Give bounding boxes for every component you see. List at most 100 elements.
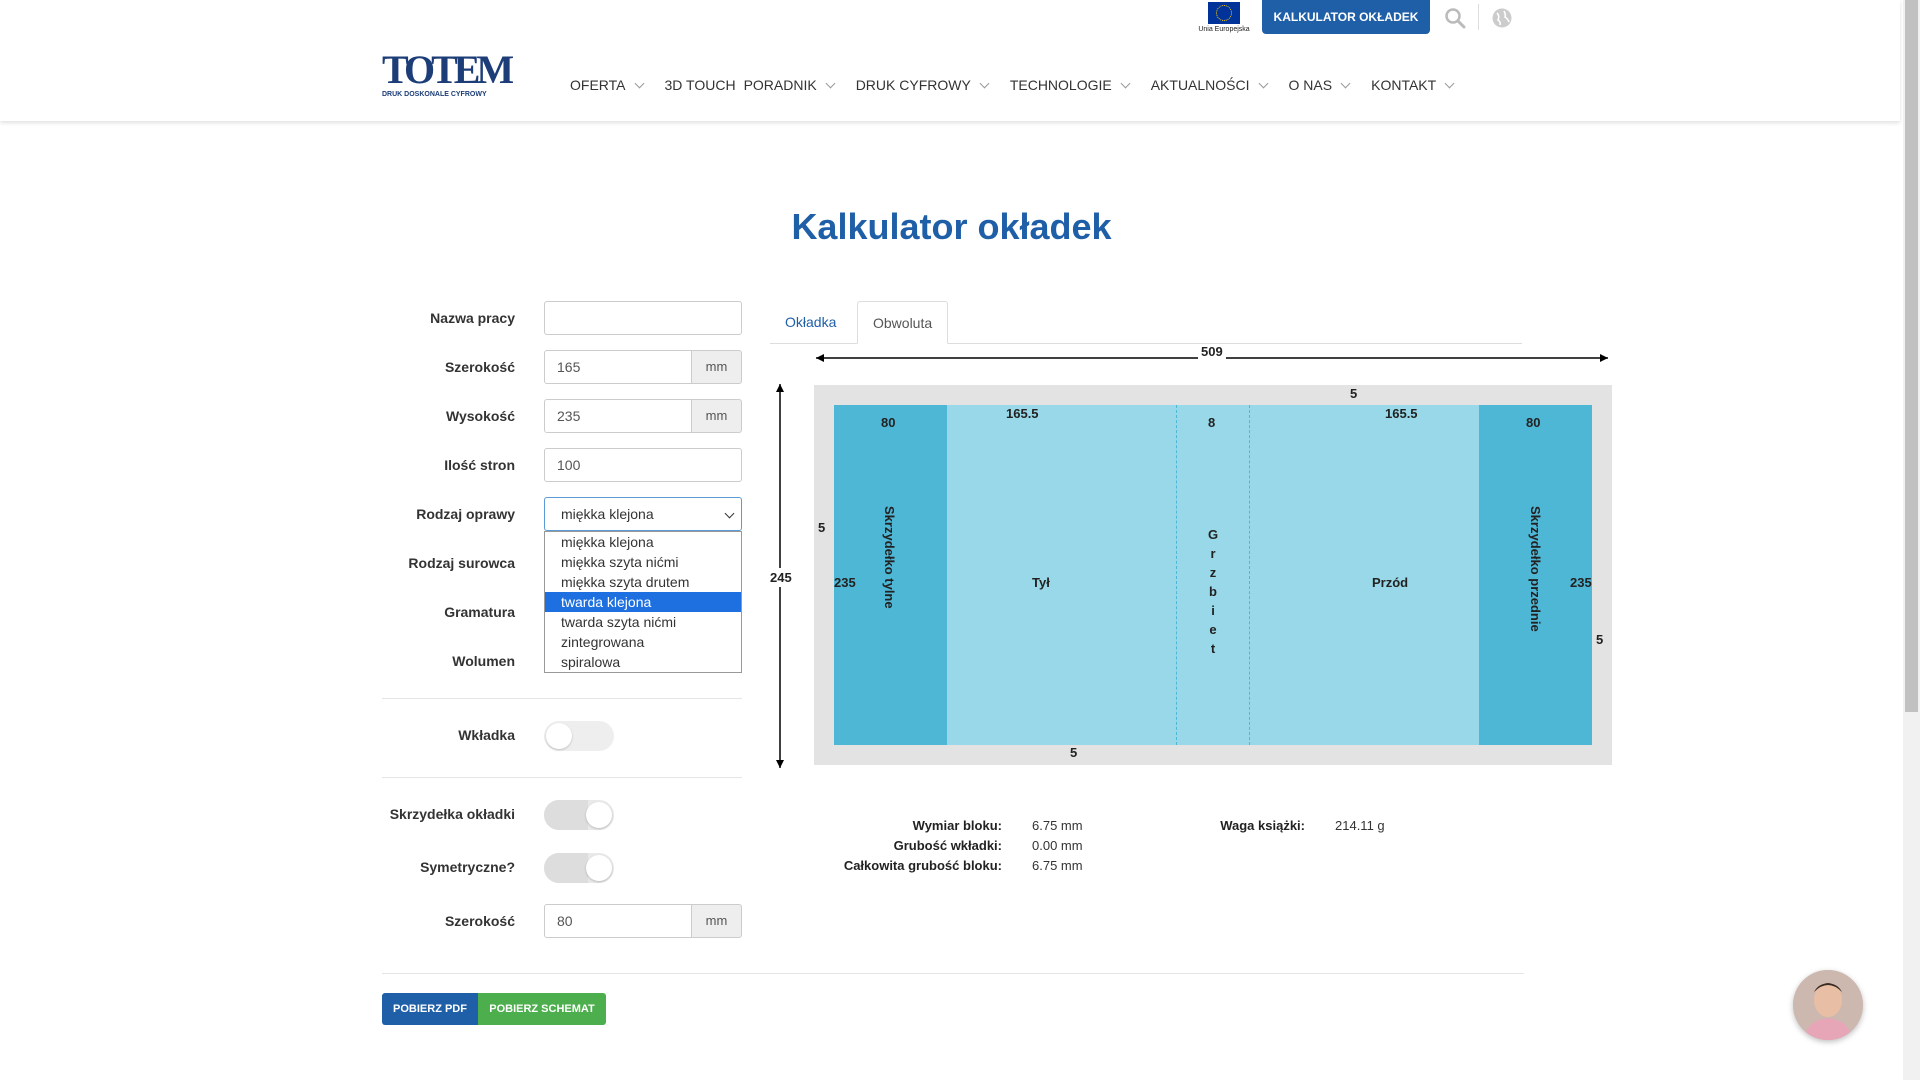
- binding-label: Rodzaj oprawy: [416, 506, 515, 522]
- nav-item-technologie[interactable]: TECHNOLOGIE: [1010, 74, 1151, 96]
- total-thickness-label: Całkowita grubość bloku:: [843, 858, 1002, 873]
- binding-option[interactable]: zintegrowana: [545, 632, 741, 652]
- binding-option[interactable]: miękka szyta nićmi: [545, 552, 741, 572]
- weight-label: Waga książki:: [1220, 818, 1305, 833]
- logo-tagline: DRUK DOSKONALE CYFROWY: [382, 91, 487, 98]
- width-input[interactable]: 165: [544, 350, 692, 384]
- job-name-row: Nazwa pracy: [382, 301, 742, 335]
- bleed-left-label: 5: [818, 520, 826, 535]
- pages-row: Ilość stron 100: [382, 448, 742, 482]
- job-name-input[interactable]: [544, 301, 742, 335]
- page-title: Kalkulator okładek: [791, 206, 1112, 247]
- flaps-row: Skrzydełka okładki: [382, 797, 742, 831]
- globe-icon[interactable]: [1491, 7, 1513, 29]
- height-input[interactable]: 235: [544, 399, 692, 433]
- tab-okladka[interactable]: Okładka: [770, 301, 851, 343]
- header-divider: [1478, 4, 1479, 30]
- cover-calculator-button[interactable]: KALKULATOR OKŁADEK: [1262, 0, 1430, 34]
- chevron-down-icon: [979, 78, 990, 88]
- binding-option[interactable]: spiralowa: [545, 652, 741, 672]
- height-row: Wysokość 235 mm: [382, 399, 742, 433]
- flaps-label: Skrzydełka okładki: [389, 806, 515, 822]
- insert-row: Wkładka: [382, 718, 742, 752]
- pages-input[interactable]: 100: [544, 448, 742, 482]
- total-width-label: 509: [1198, 344, 1226, 359]
- scrollbar-thumb[interactable]: [1905, 0, 1918, 712]
- toggle-knob: [586, 855, 612, 881]
- nav-label: PORADNIK: [743, 77, 817, 93]
- front-panel: [1250, 405, 1479, 745]
- totem-logo[interactable]: TOTEM DRUK DOSKONALE CYFROWY: [382, 47, 514, 100]
- nav-label: DRUK CYFROWY: [855, 77, 971, 93]
- front-flap-width-label: 80: [1526, 415, 1541, 430]
- insert-label: Wkładka: [458, 727, 515, 743]
- nav-label: 3D TOUCH: [664, 77, 736, 93]
- height-unit: mm: [691, 399, 742, 433]
- symmetric-toggle[interactable]: [544, 853, 614, 883]
- binding-select-value: miękka klejona: [561, 506, 654, 522]
- divider: [382, 698, 742, 699]
- logo-mark: TOTEM: [382, 47, 514, 92]
- block-dim-label: Wymiar bloku:: [912, 818, 1002, 833]
- inner-height-right-label: 235: [1570, 575, 1592, 590]
- bleed-bottom-label: 5: [1070, 745, 1078, 760]
- binding-option[interactable]: twarda szyta nićmi: [545, 612, 741, 632]
- toggle-knob: [586, 802, 612, 828]
- chevron-down-icon: [634, 78, 644, 88]
- symmetric-label: Symetryczne?: [420, 859, 515, 875]
- nav-item-o-nas[interactable]: O NAS: [1289, 74, 1372, 96]
- total-height-label: 245: [770, 568, 792, 587]
- nav-item-druk-cyfrowy[interactable]: DRUK CYFROWY: [856, 74, 1010, 96]
- grammage-label: Gramatura: [444, 604, 515, 620]
- nav-item-3d-touch[interactable]: 3D TOUCH: [665, 74, 744, 96]
- binding-option[interactable]: miękka klejona: [545, 532, 741, 552]
- eu-logo: Unia Europejska: [1196, 2, 1252, 38]
- toggle-knob: [546, 723, 572, 749]
- tab-obwoluta[interactable]: Obwoluta: [857, 301, 949, 344]
- chevron-down-icon: [1340, 78, 1351, 88]
- divider: [382, 973, 1524, 974]
- chevron-down-icon: [724, 508, 735, 519]
- nav-item-aktualnosci[interactable]: AKTUALNOŚCI: [1151, 74, 1289, 96]
- pages-label: Ilość stron: [444, 457, 515, 473]
- back-label: Tył: [1032, 575, 1050, 590]
- height-label: Wysokość: [446, 408, 515, 424]
- nav-item-oferta[interactable]: OFERTA: [570, 74, 665, 96]
- binding-option[interactable]: miękka szyta drutem: [545, 572, 741, 592]
- download-schema-button[interactable]: POBIERZ SCHEMAT: [478, 993, 606, 1025]
- symmetric-row: Symetryczne?: [382, 850, 742, 884]
- binding-dropdown-list: miękka klejona miękka szyta nićmi miękka…: [544, 531, 742, 673]
- nav-label: OFERTA: [570, 77, 626, 93]
- weight-value: 214.11 g: [1335, 818, 1385, 833]
- cover-diagram: 509 245 5 5 5 5 80 165.5 8 165.5 80 235 …: [770, 340, 1620, 780]
- width-unit: mm: [691, 350, 742, 384]
- bleed-right-label: 5: [1596, 632, 1604, 647]
- material-label: Rodzaj surowca: [408, 555, 515, 571]
- insert-thickness-label: Grubość wkładki:: [893, 838, 1002, 853]
- flap-width-unit: mm: [691, 904, 742, 938]
- inner-height-left-label: 235: [834, 575, 856, 590]
- back-flap-label: Skrzydełko tylne: [882, 506, 897, 609]
- person-icon: [1793, 970, 1863, 1040]
- insert-toggle[interactable]: [544, 721, 614, 751]
- nav-item-kontakt[interactable]: KONTAKT: [1371, 74, 1475, 96]
- download-pdf-button[interactable]: POBIERZ PDF: [382, 993, 478, 1025]
- chat-avatar[interactable]: [1793, 970, 1863, 1040]
- chevron-down-icon: [1120, 78, 1131, 88]
- nav-item-poradnik[interactable]: PORADNIK: [744, 74, 856, 96]
- binding-option-highlighted[interactable]: twarda klejona: [545, 592, 741, 612]
- search-icon[interactable]: [1444, 7, 1466, 29]
- flap-width-label: Szerokość: [444, 913, 515, 929]
- cover-type-tabs: Okładka Obwoluta: [770, 301, 1522, 344]
- back-panel: [947, 405, 1176, 745]
- width-row: Szerokość 165 mm: [382, 350, 742, 384]
- page-scrollbar[interactable]: [1903, 0, 1920, 1080]
- binding-select[interactable]: miękka klejona: [544, 497, 742, 531]
- back-width-label: 165.5: [1006, 406, 1039, 421]
- flap-width-input[interactable]: 80: [544, 904, 692, 938]
- chevron-down-icon: [1258, 78, 1268, 88]
- back-flap-width-label: 80: [881, 415, 896, 430]
- flaps-toggle[interactable]: [544, 800, 614, 830]
- main-nav: OFERTA 3D TOUCH PORADNIK DRUK CYFROWY TE…: [570, 74, 1475, 96]
- insert-thickness-value: 0.00 mm: [1032, 838, 1083, 853]
